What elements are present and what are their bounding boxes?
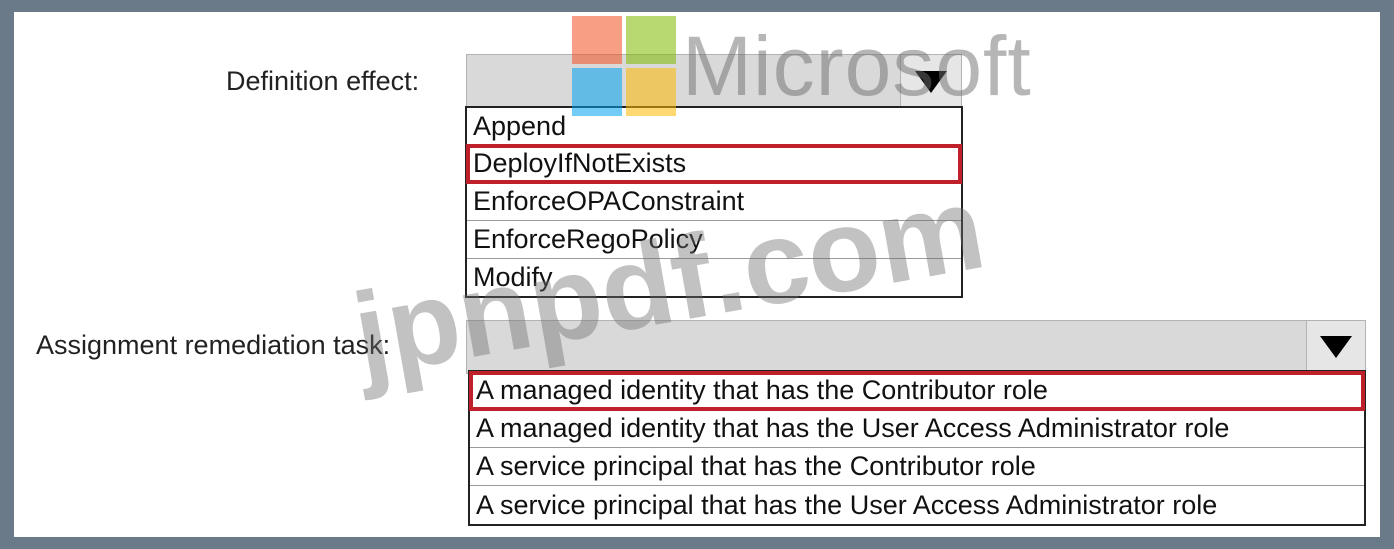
- assignment-remediation-task-dropdown-button[interactable]: [1306, 321, 1365, 373]
- option-label: DeployIfNotExists: [473, 148, 687, 178]
- logo-square-yellow: [626, 68, 676, 116]
- remediation-option-managed-identity-contributor[interactable]: A managed identity that has the Contribu…: [469, 371, 1365, 411]
- remediation-option-managed-identity-user-access-admin[interactable]: A managed identity that has the User Acc…: [470, 410, 1364, 448]
- logo-square-blue: [572, 68, 622, 116]
- chevron-down-icon: [1320, 336, 1352, 358]
- option-label: A service principal that has the User Ac…: [476, 489, 1218, 520]
- microsoft-watermark-text: Microsoft: [682, 19, 1032, 113]
- option-label: A service principal that has the Contrib…: [476, 451, 1036, 481]
- logo-square-red: [572, 16, 622, 64]
- option-label: A managed identity that has the Contribu…: [476, 375, 1048, 405]
- remediation-option-service-principal-contributor[interactable]: A service principal that has the Contrib…: [470, 448, 1364, 486]
- option-label: A managed identity that has the User Acc…: [476, 413, 1230, 443]
- assignment-remediation-task-label: Assignment remediation task:: [36, 330, 391, 360]
- logo-square-green: [626, 16, 676, 64]
- remediation-option-service-principal-user-access-admin[interactable]: A service principal that has the User Ac…: [470, 486, 1364, 524]
- microsoft-logo-watermark: [572, 16, 676, 116]
- question-panel: Definition effect: Append DeployIfNotExi…: [14, 12, 1380, 537]
- option-label: Append: [473, 110, 567, 141]
- definition-effect-label: Definition effect:: [226, 66, 420, 96]
- assignment-remediation-task-options: A managed identity that has the Contribu…: [468, 370, 1366, 526]
